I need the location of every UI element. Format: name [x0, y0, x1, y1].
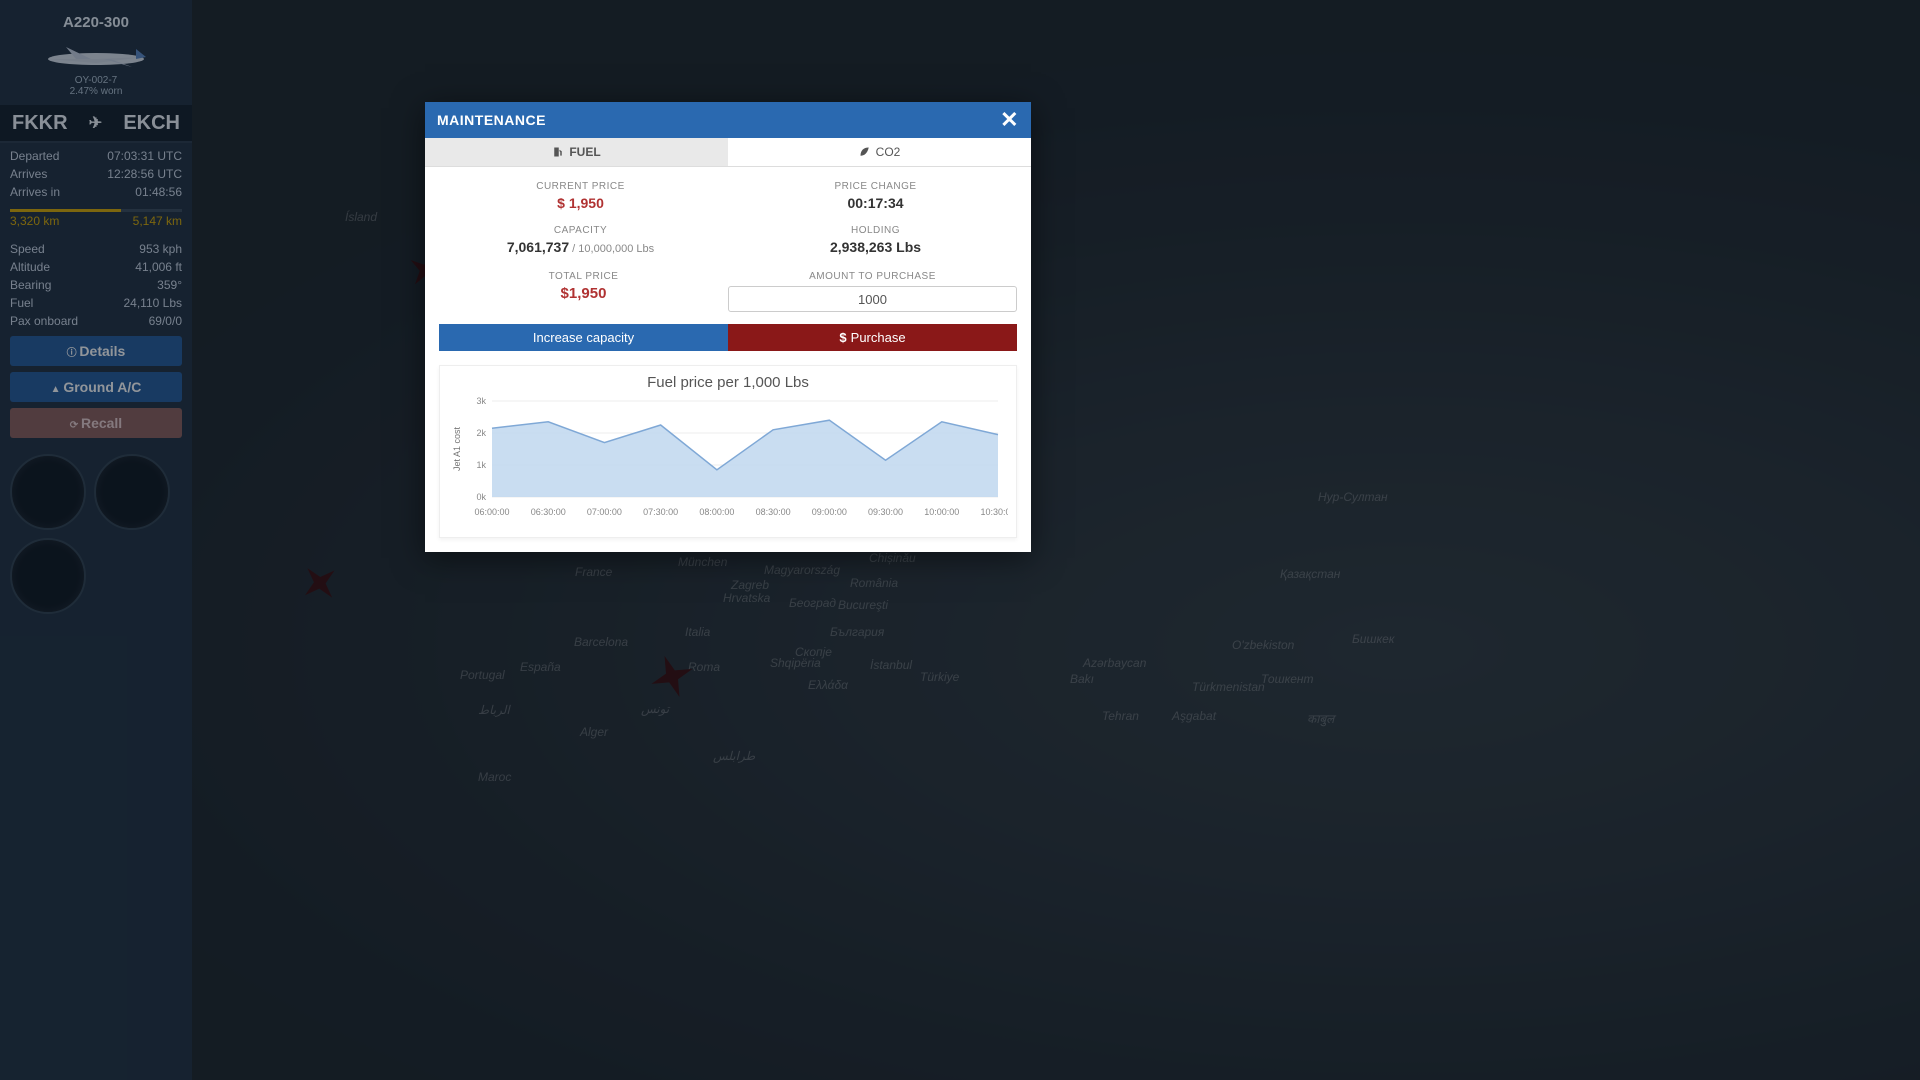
fuel-price-chart: Fuel price per 1,000 Lbs 0k 1k 2k 3k 06:00:0…: [439, 365, 1017, 538]
svg-text:1k: 1k: [476, 460, 486, 470]
dollar-icon: $: [839, 330, 846, 345]
price-change-value: 00:17:34: [728, 195, 1023, 211]
leaf-icon: [859, 146, 871, 158]
svg-text:06:30:00: 06:30:00: [531, 507, 566, 517]
purchase-button[interactable]: $ Purchase: [728, 324, 1017, 351]
modal-header: MAINTENANCE ✕: [425, 102, 1031, 138]
holding-value: 2,938,263 Lbs: [728, 239, 1023, 255]
svg-text:2k: 2k: [476, 428, 486, 438]
svg-text:3k: 3k: [476, 396, 486, 406]
amount-input[interactable]: [728, 286, 1017, 312]
current-price-label: CURRENT PRICE: [433, 181, 728, 192]
current-price-value: $ 1,950: [433, 195, 728, 211]
svg-text:09:00:00: 09:00:00: [812, 507, 847, 517]
holding-label: HOLDING: [728, 225, 1023, 236]
chart-svg: 0k 1k 2k 3k 06:00:00 06:30:00 07:00:00 07:30:00…: [448, 395, 1008, 525]
capacity-label: CAPACITY: [433, 225, 728, 236]
svg-text:09:30:00: 09:30:00: [868, 507, 903, 517]
tab-co2[interactable]: CO2: [728, 138, 1031, 166]
svg-text:08:00:00: 08:00:00: [699, 507, 734, 517]
tab-co2-label: CO2: [876, 145, 901, 159]
modal-title: MAINTENANCE: [437, 112, 546, 128]
amount-label: AMOUNT TO PURCHASE: [728, 271, 1017, 282]
total-price-value: $1,950: [439, 285, 728, 302]
svg-text:08:30:00: 08:30:00: [756, 507, 791, 517]
svg-text:10:30:00: 10:30:00: [980, 507, 1008, 517]
svg-text:07:00:00: 07:00:00: [587, 507, 622, 517]
svg-text:06:00:00: 06:00:00: [474, 507, 509, 517]
maintenance-modal: MAINTENANCE ✕ FUEL CO2 CURRENT PRICE $ 1…: [425, 102, 1031, 552]
purchase-button-label: Purchase: [851, 330, 906, 345]
total-price-label: TOTAL PRICE: [439, 271, 728, 282]
tab-fuel[interactable]: FUEL: [425, 138, 728, 166]
tab-fuel-label: FUEL: [569, 145, 600, 159]
svg-text:Jet A1 cost: Jet A1 cost: [452, 426, 462, 471]
close-icon[interactable]: ✕: [1000, 109, 1019, 131]
fuel-icon: [552, 146, 564, 158]
price-change-label: PRICE CHANGE: [728, 181, 1023, 192]
svg-text:10:00:00: 10:00:00: [924, 507, 959, 517]
svg-text:07:30:00: 07:30:00: [643, 507, 678, 517]
chart-title: Fuel price per 1,000 Lbs: [448, 374, 1008, 391]
svg-text:0k: 0k: [476, 492, 486, 502]
capacity-value: 7,061,737 / 10,000,000 Lbs: [433, 239, 728, 255]
increase-capacity-label: Increase capacity: [533, 330, 634, 345]
increase-capacity-button[interactable]: Increase capacity: [439, 324, 728, 351]
